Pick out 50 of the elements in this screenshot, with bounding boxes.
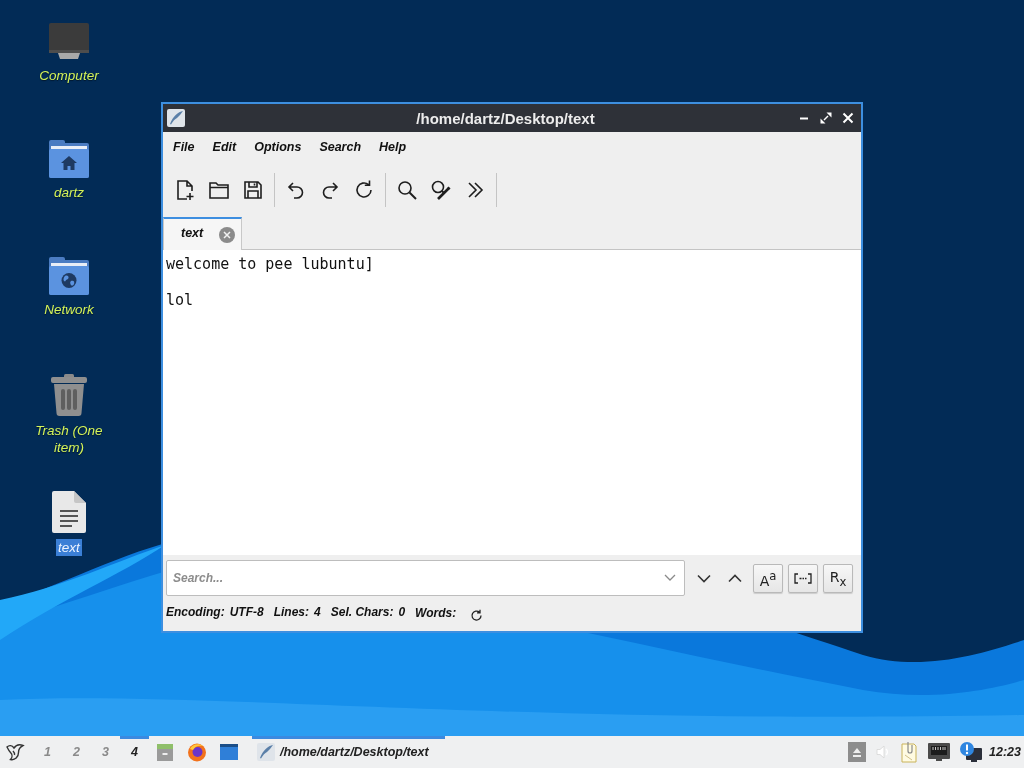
globe-folder-icon[interactable] [49,257,89,295]
quill-icon[interactable] [167,109,185,127]
clock-text: 12:23 [989,745,1021,759]
document-tab[interactable]: text [163,217,242,250]
search-option-button[interactable]: A$^{a}$ [753,564,783,593]
desktop-icon-label[interactable]: Network [42,301,96,318]
restore-icon[interactable] [820,112,832,124]
status-label: Words: [415,605,457,621]
bird-icon[interactable] [5,742,25,762]
refresh-icon[interactable] [470,609,484,622]
document-icon[interactable] [52,491,86,533]
menu-item[interactable]: File [164,140,204,154]
monitor-icon[interactable] [49,23,89,61]
search-option-button[interactable]: R$_{x}$ [823,564,853,593]
home-folder-icon[interactable] [49,140,89,178]
eject-icon[interactable] [848,742,866,762]
status-value: 4 [314,604,321,620]
magnifier-pencil-icon[interactable] [429,178,453,202]
menu-item[interactable]: Help [370,140,416,154]
menu-item[interactable]: Edit [203,140,246,154]
fox-globe-icon[interactable] [187,742,207,762]
search-field[interactable]: Search... [166,560,685,596]
search-icon[interactable] [395,178,419,202]
window-icon[interactable] [219,742,239,762]
desktop-icon-label[interactable]: Computer [37,67,101,84]
desktop-icon-label[interactable]: dartz [52,184,86,201]
task-button[interactable]: /home/dartz/Desktop/text [252,736,445,768]
desktop-icon-label[interactable]: Trash (One item) [25,422,113,456]
quill-icon [257,743,275,761]
status-label: Encoding: [166,604,225,620]
chevron-up-icon[interactable] [728,574,742,583]
alert-icon[interactable] [960,742,982,762]
status-value: 0 [398,604,406,620]
status-label: Lines: [273,604,309,620]
status-value: UTF-8 [229,604,264,620]
trash-can-icon[interactable] [50,374,88,416]
menu-item[interactable]: Options [245,140,311,154]
ethernet-icon[interactable] [928,743,950,761]
editor-text: welcome to pee lubuntu] lol [166,255,375,309]
clipboard-note-icon[interactable] [900,741,918,763]
bracket-dashes-icon [794,573,812,584]
text-editor-field[interactable]: welcome to pee lubuntu] lol [163,250,861,555]
status-label: Sel. Chars: [330,604,394,620]
search-option-button[interactable] [788,564,818,593]
workspace-button[interactable]: 4 [120,736,149,768]
close-icon[interactable] [842,112,854,124]
menu-item[interactable]: Search [310,140,371,154]
window-title: /home/dartz/Desktop/text [415,109,596,127]
desktop-icon-label[interactable]: text [56,539,82,556]
chevron-down-icon[interactable] [697,574,711,583]
